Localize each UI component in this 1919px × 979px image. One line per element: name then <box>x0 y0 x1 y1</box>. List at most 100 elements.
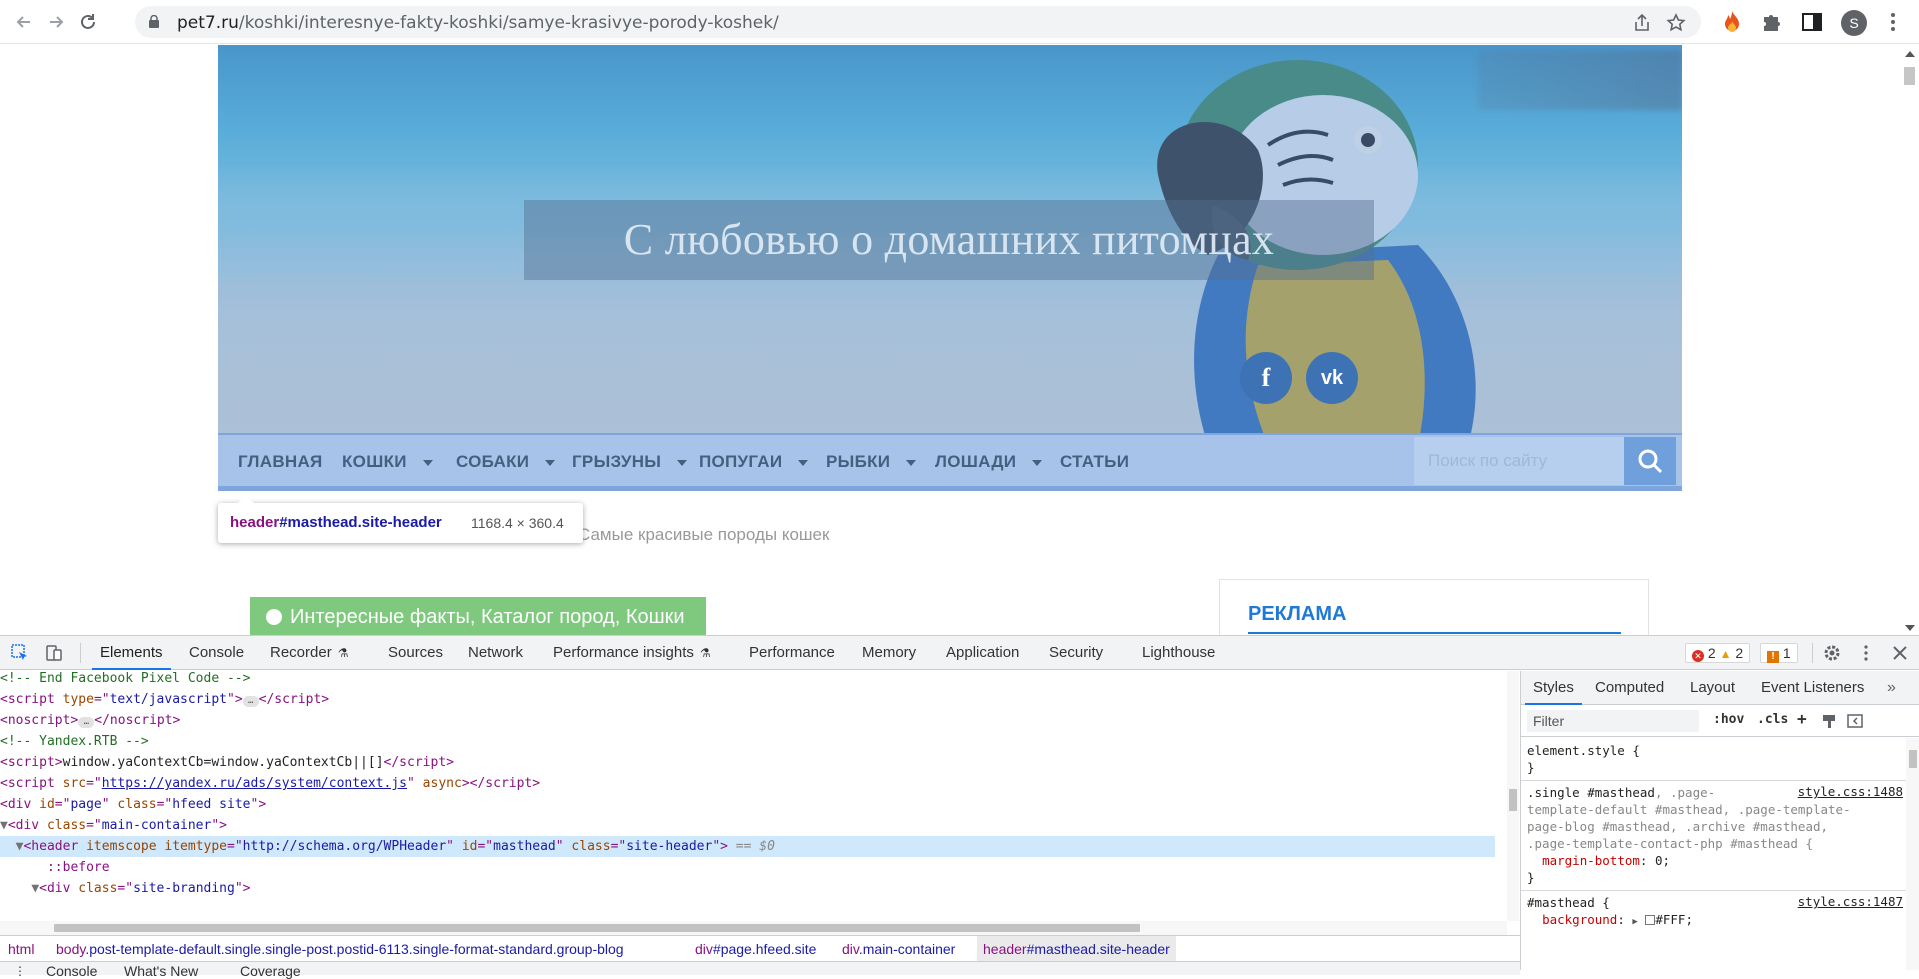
tab-application[interactable]: Application <box>946 636 1019 670</box>
script-src-link[interactable]: https://yandex.ru/ads/system/context.js <box>102 776 407 791</box>
styles-scroll-thumb[interactable] <box>1909 750 1917 768</box>
close-devtools-icon[interactable] <box>1890 643 1910 663</box>
rule-single-masthead[interactable]: style.css:1488 .single #masthead, .page-… <box>1527 784 1905 886</box>
drawer-menu-icon[interactable]: ⋮ <box>14 963 26 978</box>
page-scrollbar[interactable] <box>1900 45 1919 635</box>
source-link[interactable]: style.css:1488 <box>1798 784 1903 799</box>
crumb-html[interactable]: html <box>8 936 34 962</box>
address-bar[interactable]: pet7.ru/koshki/interesnye-fakty-koshki/s… <box>135 6 1701 38</box>
page-scroll-thumb[interactable] <box>1904 67 1915 85</box>
site-search-field[interactable] <box>1414 437 1624 485</box>
inspect-element-icon[interactable] <box>10 643 30 663</box>
tab-layout[interactable]: Layout <box>1690 671 1735 705</box>
tab-performance-insights[interactable]: Performance insights ⚗ <box>553 636 711 670</box>
tab-console[interactable]: Console <box>189 636 244 670</box>
crumb-div-page[interactable]: div#page.hfeed.site <box>695 936 816 962</box>
new-rule-plus-icon[interactable]: + <box>1797 709 1807 728</box>
tab-security[interactable]: Security <box>1049 636 1103 670</box>
site-title[interactable]: С любовью о домашних питомцах <box>524 200 1374 280</box>
hover-state-toggle[interactable]: :hov <box>1713 712 1744 727</box>
dom-vertical-scrollbar[interactable] <box>1507 671 1519 921</box>
site-search-input[interactable] <box>1414 437 1624 485</box>
dom-horizontal-scrollbar[interactable] <box>0 921 1507 935</box>
vk-button[interactable]: vk <box>1306 352 1358 404</box>
forward-icon[interactable] <box>42 8 70 36</box>
nav-item-parrots[interactable]: ПОПУГАИ <box>699 435 809 488</box>
expanded-caret-icon[interactable]: ▼ <box>0 818 8 833</box>
dom-breadcrumbs: html body.post-template-default.single.s… <box>0 935 1520 962</box>
nav-item-cats[interactable]: КОШКИ <box>342 435 433 488</box>
issues-badge[interactable]: ! 1 <box>1760 643 1798 663</box>
nav-item-home[interactable]: ГЛАВНАЯ <box>238 435 323 488</box>
tab-styles[interactable]: Styles <box>1525 671 1582 705</box>
nav-item-rodents[interactable]: ГРЫЗУНЫ <box>572 435 688 488</box>
devtools-menu-icon[interactable] <box>1856 643 1876 663</box>
tab-computed[interactable]: Computed <box>1595 671 1664 705</box>
error-warning-badge[interactable]: ✕ 2 ▲ 2 <box>1685 643 1751 663</box>
browser-menu-icon[interactable] <box>1889 10 1897 34</box>
drawer-tab-console[interactable]: Console <box>46 963 97 979</box>
more-tabs-chevron-icon[interactable]: » <box>1887 671 1896 705</box>
site-search-button[interactable] <box>1624 437 1676 485</box>
expanded-caret-icon[interactable]: ▼ <box>31 881 39 896</box>
scroll-up-icon[interactable] <box>1905 51 1915 57</box>
source-link[interactable]: style.css:1487 <box>1798 894 1903 909</box>
side-panel-icon[interactable] <box>1800 9 1824 35</box>
share-icon[interactable] <box>1631 12 1653 34</box>
crumb-div-main-container[interactable]: div.main-container <box>842 936 955 962</box>
class-toggle[interactable]: .cls <box>1757 712 1788 727</box>
nav-item-horses[interactable]: ЛОШАДИ <box>935 435 1043 488</box>
profile-avatar[interactable]: S <box>1841 10 1867 36</box>
reload-icon[interactable] <box>74 8 102 36</box>
rule-masthead[interactable]: style.css:1487 #masthead { background: ▶… <box>1527 894 1905 928</box>
tab-elements[interactable]: Elements <box>92 636 171 670</box>
nav-item-fish[interactable]: РЫБКИ <box>826 435 917 488</box>
dom-node[interactable]: <script type="text/javascript">… </script… <box>0 689 329 710</box>
tab-sources[interactable]: Sources <box>388 636 443 670</box>
fire-extension-icon[interactable] <box>1720 9 1744 35</box>
styles-filter-input[interactable] <box>1527 710 1699 732</box>
back-icon[interactable] <box>10 8 38 36</box>
nav-item-articles[interactable]: СТАТЬИ <box>1060 435 1129 488</box>
tab-network[interactable]: Network <box>468 636 523 670</box>
toggle-sidebar-icon[interactable] <box>1847 713 1863 729</box>
dom-node[interactable]: ::before <box>0 857 110 878</box>
bookmark-star-icon[interactable] <box>1665 12 1687 34</box>
nav-item-dogs[interactable]: СОБАКИ <box>456 435 556 488</box>
dom-scroll-thumb[interactable] <box>1509 789 1517 811</box>
crumb-body[interactable]: body.post-template-default.single.single… <box>56 936 624 962</box>
crumb-header-masthead[interactable]: header#masthead.site-header <box>977 936 1176 962</box>
facebook-button[interactable]: f <box>1240 352 1292 404</box>
dom-tree[interactable]: <!-- End Facebook Pixel Code --> <script… <box>0 671 1507 921</box>
scroll-down-icon[interactable] <box>1905 625 1915 631</box>
dom-node[interactable]: ▼<div class="site-branding"> <box>0 878 250 899</box>
tab-event-listeners[interactable]: Event Listeners <box>1761 671 1864 705</box>
tab-recorder[interactable]: Recorder ⚗ <box>270 636 348 670</box>
drawer-tab-coverage[interactable]: Coverage <box>240 963 301 979</box>
dom-node-selected[interactable]: ▼<header itemscope itemtype="http://sche… <box>0 836 1495 857</box>
settings-gear-icon[interactable] <box>1822 643 1842 663</box>
tab-lighthouse[interactable]: Lighthouse <box>1142 636 1215 670</box>
collapsed-content-icon[interactable]: … <box>78 717 95 728</box>
dom-node[interactable]: <script>window.yaContextCb=window.yaCont… <box>0 752 454 773</box>
device-toolbar-icon[interactable] <box>44 643 64 663</box>
extensions-puzzle-icon[interactable] <box>1760 9 1784 35</box>
dom-node[interactable]: <script src="https://yandex.ru/ads/syste… <box>0 773 540 794</box>
dom-hscroll-thumb[interactable] <box>54 924 1140 932</box>
tab-performance[interactable]: Performance <box>749 636 835 670</box>
collapsed-content-icon[interactable]: … <box>242 696 259 707</box>
styles-scrollbar[interactable] <box>1906 738 1919 970</box>
drawer-tab-whats-new[interactable]: What's New <box>124 963 198 979</box>
category-links[interactable]: Интересные факты, Каталог пород, Кошки <box>290 606 685 628</box>
category-bar[interactable]: Интересные факты, Каталог пород, Кошки <box>250 597 706 635</box>
dom-node[interactable]: <div id="page" class="hfeed site"> <box>0 794 266 815</box>
paint-brush-icon[interactable] <box>1821 713 1837 729</box>
dom-node[interactable]: <!-- Yandex.RTB --> <box>0 731 149 752</box>
dom-node[interactable]: <noscript>… </noscript> <box>0 710 180 731</box>
tab-memory[interactable]: Memory <box>862 636 916 670</box>
rule-element-style[interactable]: element.style { } <box>1527 742 1905 776</box>
color-swatch[interactable] <box>1645 915 1656 925</box>
dom-node[interactable]: ▼<div class="main-container"> <box>0 815 227 836</box>
dom-node[interactable]: <!-- End Facebook Pixel Code --> <box>0 671 250 689</box>
lock-icon[interactable] <box>149 15 159 28</box>
